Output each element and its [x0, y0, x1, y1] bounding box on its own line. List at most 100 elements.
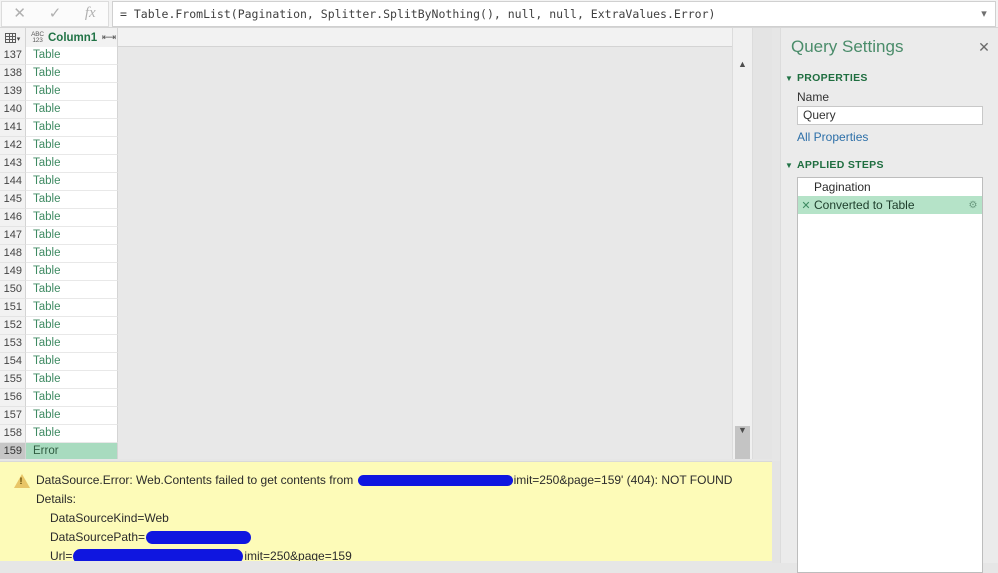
table-row[interactable]: 156 Table [0, 389, 752, 407]
row-number[interactable]: 141 [0, 119, 26, 137]
table-row[interactable]: 139 Table [0, 83, 752, 101]
cell-table-link[interactable]: Table [26, 389, 118, 407]
cell-table-link[interactable]: Table [26, 83, 118, 101]
check-icon[interactable]: ✓ [41, 6, 69, 21]
grid-vertical-scrollbar[interactable]: ▲ ▼ [732, 28, 752, 459]
row-number[interactable]: 158 [0, 425, 26, 443]
row-number[interactable]: 156 [0, 389, 26, 407]
cell-table-link[interactable]: Table [26, 119, 118, 137]
row-number[interactable]: 155 [0, 371, 26, 389]
properties-section-header[interactable]: ▼ PROPERTIES [781, 72, 998, 84]
collapse-caret-icon[interactable]: ▼ [781, 161, 797, 170]
row-number[interactable]: 151 [0, 299, 26, 317]
chevron-down-icon[interactable]: ▼ [733, 420, 752, 440]
table-row[interactable]: 137 Table [0, 47, 752, 65]
table-row[interactable]: 151 Table [0, 299, 752, 317]
formula-input[interactable]: = Table.FromList(Pagination, Splitter.Sp… [113, 7, 973, 21]
error-url: Url= imit=250&page=159 [0, 547, 772, 561]
row-number[interactable]: 150 [0, 281, 26, 299]
fx-icon[interactable]: fx [76, 6, 104, 21]
table-row[interactable]: 158 Table [0, 425, 752, 443]
row-number[interactable]: 159 [0, 443, 26, 459]
table-row[interactable]: 159 Error [0, 443, 752, 459]
cell-table-link[interactable]: Table [26, 425, 118, 443]
chevron-down-icon[interactable]: ▾ [973, 7, 995, 20]
row-number[interactable]: 147 [0, 227, 26, 245]
applied-step-item[interactable]: Pagination [798, 178, 982, 196]
table-row[interactable]: 155 Table [0, 371, 752, 389]
row-number[interactable]: 143 [0, 155, 26, 173]
close-icon[interactable]: ✕ [6, 6, 34, 21]
table-row[interactable]: 146 Table [0, 209, 752, 227]
data-type-icon[interactable]: ABC 123 [29, 31, 46, 44]
table-row[interactable]: 142 Table [0, 137, 752, 155]
table-row[interactable]: 140 Table [0, 101, 752, 119]
row-number[interactable]: 145 [0, 191, 26, 209]
applied-steps-list: Pagination ✕ Converted to Table ⚙ [797, 177, 983, 573]
row-number[interactable]: 140 [0, 101, 26, 119]
row-number[interactable]: 146 [0, 209, 26, 227]
table-row[interactable]: 150 Table [0, 281, 752, 299]
scrollbar-track[interactable] [733, 74, 752, 459]
table-row[interactable]: 144 Table [0, 173, 752, 191]
formula-bar: ✕ ✓ fx = Table.FromList(Pagination, Spli… [0, 0, 998, 28]
table-row[interactable]: 149 Table [0, 263, 752, 281]
chevron-down-icon[interactable]: ▾ [17, 36, 21, 43]
row-number[interactable]: 154 [0, 353, 26, 371]
row-number[interactable]: 153 [0, 335, 26, 353]
table-row[interactable]: 143 Table [0, 155, 752, 173]
data-type-icon-123: 123 [32, 36, 43, 44]
applied-steps-section-header[interactable]: ▼ APPLIED STEPS [781, 159, 998, 171]
cell-table-link[interactable]: Table [26, 65, 118, 83]
row-number[interactable]: 137 [0, 47, 26, 65]
row-number[interactable]: 148 [0, 245, 26, 263]
table-row[interactable]: 147 Table [0, 227, 752, 245]
cell-table-link[interactable]: Table [26, 407, 118, 425]
cell-table-link[interactable]: Table [26, 155, 118, 173]
cell-table-link[interactable]: Table [26, 101, 118, 119]
row-number[interactable]: 142 [0, 137, 26, 155]
cell-table-link[interactable]: Table [26, 353, 118, 371]
table-row[interactable]: 157 Table [0, 407, 752, 425]
row-number[interactable]: 152 [0, 317, 26, 335]
cell-table-link[interactable]: Table [26, 335, 118, 353]
cell-table-link[interactable]: Table [26, 281, 118, 299]
row-number[interactable]: 144 [0, 173, 26, 191]
cell-table-link[interactable]: Table [26, 191, 118, 209]
table-row[interactable]: 141 Table [0, 119, 752, 137]
table-row[interactable]: 152 Table [0, 317, 752, 335]
cell-table-link[interactable]: Table [26, 209, 118, 227]
row-number[interactable]: 157 [0, 407, 26, 425]
cell-table-link[interactable]: Table [26, 299, 118, 317]
column-header-column1[interactable]: ABC 123 Column1 ⇤⇥ [26, 28, 118, 47]
query-name-input[interactable]: Query [797, 106, 983, 125]
cell-table-link[interactable]: Table [26, 317, 118, 335]
expand-columns-icon[interactable]: ⇤⇥ [100, 32, 117, 43]
table-row[interactable]: 145 Table [0, 191, 752, 209]
table-row[interactable]: 153 Table [0, 335, 752, 353]
formula-input-wrapper[interactable]: = Table.FromList(Pagination, Splitter.Sp… [112, 0, 996, 27]
table-row[interactable]: 148 Table [0, 245, 752, 263]
table-row[interactable]: 154 Table [0, 353, 752, 371]
row-number[interactable]: 138 [0, 65, 26, 83]
close-icon[interactable]: ✕ [969, 39, 998, 56]
cell-table-link[interactable]: Table [26, 227, 118, 245]
cell-table-link[interactable]: Table [26, 137, 118, 155]
row-number[interactable]: 149 [0, 263, 26, 281]
cell-table-link[interactable]: Table [26, 263, 118, 281]
all-properties-link[interactable]: All Properties [797, 130, 868, 144]
gear-icon[interactable]: ⚙ [964, 200, 982, 211]
collapse-caret-icon[interactable]: ▼ [781, 74, 797, 83]
delete-step-icon[interactable]: ✕ [798, 199, 814, 212]
cell-table-link[interactable]: Table [26, 173, 118, 191]
row-number[interactable]: 139 [0, 83, 26, 101]
table-row[interactable]: 138 Table [0, 65, 752, 83]
grid-rows: 137 Table 138 Table 139 Table 140 Table 141 Table… [0, 47, 752, 459]
select-all-cell[interactable]: ▾ [0, 28, 26, 47]
cell-table-link[interactable]: Table [26, 47, 118, 65]
applied-step-item[interactable]: ✕ Converted to Table ⚙ [798, 196, 982, 214]
cell-error[interactable]: Error [26, 443, 118, 459]
cell-table-link[interactable]: Table [26, 245, 118, 263]
cell-table-link[interactable]: Table [26, 371, 118, 389]
chevron-up-icon[interactable]: ▲ [733, 54, 752, 74]
